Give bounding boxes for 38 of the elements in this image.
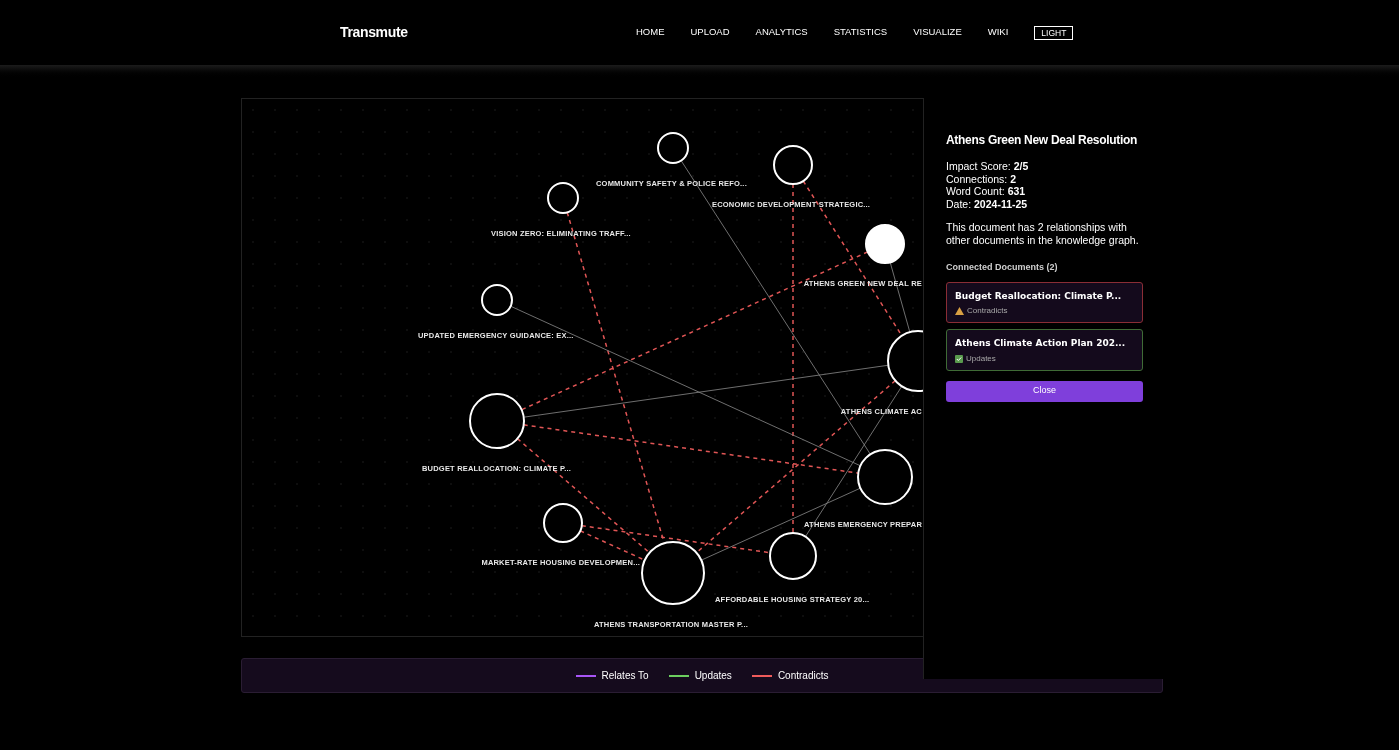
connected-document-title: Athens Climate Action Plan 202... bbox=[955, 337, 1127, 350]
graph-node[interactable] bbox=[865, 224, 905, 264]
graph-node[interactable] bbox=[641, 541, 705, 605]
connected-document-title: Budget Reallocation: Climate P... bbox=[955, 289, 1123, 303]
nav-link[interactable]: HOME bbox=[636, 25, 665, 40]
warning-icon bbox=[955, 307, 964, 315]
graph-node[interactable] bbox=[469, 393, 525, 449]
legend-label: Relates To bbox=[601, 669, 649, 683]
nav-link[interactable]: UPLOAD bbox=[690, 25, 730, 40]
graph-node[interactable] bbox=[887, 330, 924, 392]
document-stat: Impact Score: 2/5 bbox=[946, 160, 1030, 173]
document-stat: Word Count: 631 bbox=[946, 185, 1027, 198]
graph-node[interactable] bbox=[773, 145, 813, 185]
logo: Transmute bbox=[340, 23, 409, 42]
legend-label: Contradicts bbox=[777, 669, 829, 683]
checkbox-icon bbox=[955, 354, 963, 363]
theme-toggle-button[interactable]: LIGHT bbox=[1034, 25, 1074, 40]
document-stat: Connections: 2 bbox=[946, 172, 1018, 185]
connected-document-card[interactable]: Athens Climate Action Plan 202... Updates bbox=[946, 329, 1143, 371]
connected-document-card[interactable]: Budget Reallocation: Climate P... Contradicts bbox=[946, 281, 1143, 323]
legend-label: Updates bbox=[694, 669, 732, 683]
graph-node[interactable] bbox=[857, 449, 913, 505]
graph-node[interactable] bbox=[543, 503, 583, 543]
document-stat: Date: 2024-11-25 bbox=[946, 197, 1029, 210]
nav-link[interactable]: WIKI bbox=[987, 25, 1009, 40]
relation-type: Contradicts bbox=[967, 305, 1008, 317]
relation-type: Updates bbox=[966, 352, 996, 365]
nav-link[interactable]: STATISTICS bbox=[833, 25, 888, 40]
connected-heading: Connected Documents (2) bbox=[946, 261, 1059, 274]
graph-node[interactable] bbox=[481, 284, 513, 316]
nav-link[interactable]: ANALYTICS bbox=[755, 25, 808, 40]
document-title: Athens Green New Deal Resolution bbox=[946, 132, 1139, 149]
nav-link[interactable]: VISUALIZE bbox=[913, 25, 962, 40]
document-summary: This document has 2 relationships with other documents in the knowledge graph. bbox=[946, 221, 1140, 247]
graph-node[interactable] bbox=[769, 532, 817, 580]
close-button[interactable]: Close bbox=[946, 380, 1143, 402]
graph-node[interactable] bbox=[547, 182, 579, 214]
graph-node[interactable] bbox=[657, 132, 689, 164]
